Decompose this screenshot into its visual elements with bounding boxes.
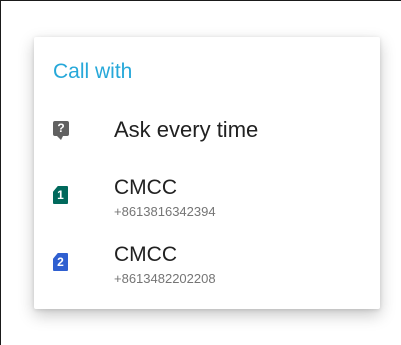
frame-border-top [0, 0, 401, 1]
call-with-dialog: Call with ? Ask every time 1 CMCC +86138… [34, 37, 380, 309]
option-sim-1[interactable]: 1 CMCC +8613816342394 [34, 174, 380, 230]
sim-1-carrier-name: CMCC [114, 176, 177, 199]
sim-2-phone-number: +8613482202208 [114, 271, 216, 286]
option-sim-2[interactable]: 2 CMCC +8613482202208 [34, 241, 380, 297]
sim-1-phone-number: +8613816342394 [114, 204, 216, 219]
sim-2-carrier-name: CMCC [114, 243, 177, 266]
dialog-title: Call with [53, 60, 133, 83]
option-label: Ask every time [114, 117, 259, 142]
ask-icon: ? [53, 121, 69, 140]
sim-card-2-icon: 2 [53, 253, 68, 271]
sim-card-1-icon: 1 [53, 186, 68, 204]
option-ask-every-time[interactable]: ? Ask every time [34, 107, 380, 163]
frame-border-left [0, 0, 1, 345]
